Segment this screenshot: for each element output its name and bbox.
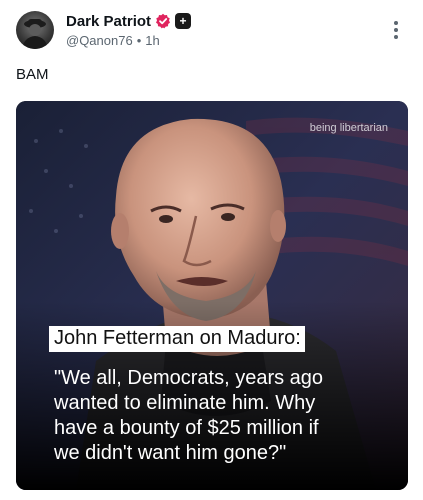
avatar[interactable]: [16, 11, 54, 49]
post-text: BAM: [16, 66, 49, 83]
verified-badge-icon: [155, 13, 171, 29]
post-media-image[interactable]: being libertarian John Fetterman on Madu…: [16, 101, 408, 490]
plus-badge-icon: +: [175, 13, 192, 29]
more-dot: [394, 35, 398, 39]
author-display-name[interactable]: Dark Patriot: [66, 13, 151, 30]
author-name-row: Dark Patriot +: [66, 12, 192, 30]
media-quote: "We all, Democrats, years ago wanted to …: [54, 366, 399, 466]
more-vertical-icon: [394, 21, 398, 25]
quote-line: have a bounty of $25 million if: [54, 417, 319, 439]
quote-line: we didn't want him gone?": [54, 442, 287, 464]
more-options-button[interactable]: [386, 19, 406, 41]
meta-separator: •: [136, 33, 142, 48]
post-card: Dark Patriot + @Qanon76 • 1h BAM being l…: [0, 0, 423, 500]
post-timestamp[interactable]: 1h: [145, 33, 159, 48]
quote-line: "We all, Democrats, years ago: [54, 367, 324, 389]
quote-line: wanted to eliminate him. Why: [54, 392, 316, 414]
author-handle[interactable]: @Qanon76: [66, 33, 133, 48]
avatar-image: [22, 19, 48, 49]
author-meta: @Qanon76 • 1h: [66, 33, 160, 48]
media-watermark: being libertarian: [309, 122, 388, 134]
more-dot: [394, 28, 398, 32]
media-headline: John Fetterman on Maduro:: [49, 326, 305, 352]
